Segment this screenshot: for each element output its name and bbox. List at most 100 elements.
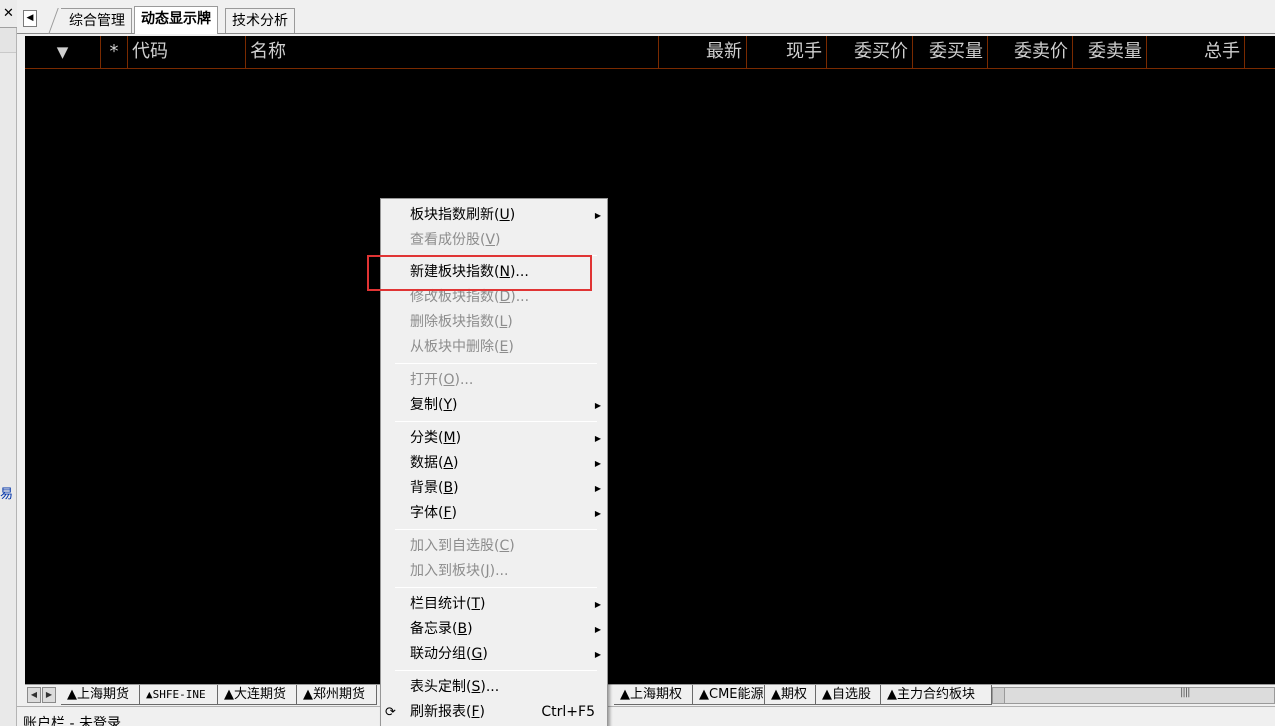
menu-item-b-13[interactable]: 背景(B) ▶	[381, 476, 607, 501]
menu-item-j-17: 加入到板块(J)...	[381, 559, 607, 584]
menu-item-a-12[interactable]: 数据(A) ▶	[381, 451, 607, 476]
menu-item-label-suffix: )...	[480, 679, 500, 695]
menu-item-g-21[interactable]: 联动分组(G) ▶	[381, 642, 607, 667]
menu-item-label: 栏目统计(	[410, 596, 472, 612]
menu-item-label-suffix: )	[467, 621, 473, 637]
scrollbar-grip-icon[interactable]: ||||	[1180, 687, 1191, 698]
column-header-bid-qty[interactable]: 委买量	[913, 36, 988, 69]
column-header-volume[interactable]: 总手	[1147, 36, 1245, 69]
submenu-arrow-icon: ▶	[594, 401, 601, 410]
column-header-sort[interactable]: ▼	[25, 36, 101, 69]
sheet-tab-1[interactable]: ▲SHFE-INE	[140, 685, 218, 705]
menu-item-label: 字体(	[410, 505, 444, 521]
menu-item-label-suffix: )...	[454, 372, 474, 388]
menu-item-label: 备忘录(	[410, 621, 458, 637]
menu-item-accelerator: T	[471, 596, 481, 612]
menu-separator	[395, 670, 597, 671]
column-header-code[interactable]: 代码	[128, 36, 246, 69]
menu-item-label-suffix: )...	[489, 563, 509, 579]
menu-item-t-19[interactable]: 栏目统计(T) ▶	[381, 592, 607, 617]
menu-item-accelerator: D	[499, 289, 511, 305]
refresh-icon: ⟳	[385, 705, 396, 720]
menu-item-label: 数据(	[410, 455, 444, 471]
sheet-tab-0[interactable]: ▲上海期货	[61, 685, 140, 705]
menu-item-label-suffix: )	[495, 232, 501, 248]
sheet-tab-3[interactable]: ▲郑州期货	[297, 685, 377, 705]
triangle-right-icon[interactable]: ▶	[46, 690, 52, 699]
menu-item-accelerator: B	[443, 480, 454, 496]
sheet-tab-2[interactable]: ▲大连期货	[218, 685, 297, 705]
menu-item-label-suffix: )	[455, 430, 462, 446]
menu-item-shortcut: Ctrl+F5	[541, 704, 595, 720]
status-text: 账户栏 - 未登录	[23, 716, 121, 726]
menu-item-u-0[interactable]: 板块指数刷新(U) ▶	[381, 203, 607, 228]
menu-item-e-6: 从板块中删除(E)	[381, 335, 607, 360]
tab-dynamic-board[interactable]: 动态显示牌	[134, 6, 218, 34]
column-header-star[interactable]: *	[101, 36, 128, 69]
submenu-arrow-icon: ▶	[594, 459, 601, 468]
menu-item-label-suffix: )	[452, 397, 458, 413]
menu-item-label: 查看成份股(	[410, 232, 486, 248]
left-side-panel-body: 易	[0, 52, 16, 726]
sheet-tab-4[interactable]: ▲上海期权	[614, 685, 693, 705]
scrollbar-left-button[interactable]	[993, 688, 1005, 703]
menu-item-s-23[interactable]: 表头定制(S)...	[381, 675, 607, 700]
menu-item-label-suffix: )	[508, 339, 514, 355]
menu-item-accelerator: F	[443, 505, 452, 521]
tab-technical-analysis[interactable]: 技术分析	[225, 8, 295, 33]
sheet-tab-6[interactable]: ▲期权	[765, 685, 816, 705]
menu-item-label-suffix: )	[479, 704, 485, 720]
tab-scroll-left-button[interactable]: ◀	[23, 10, 37, 27]
tab-overview[interactable]: 综合管理	[61, 8, 132, 33]
menu-item-label: 刷新报表(	[410, 704, 472, 720]
menu-item-accelerator: C	[499, 538, 510, 554]
highlight-box	[367, 255, 592, 291]
left-side-panel-label[interactable]: 易	[0, 483, 13, 502]
column-header-latest[interactable]: 最新	[659, 36, 747, 69]
quote-board[interactable]: ▼ * 代码 名称 最新 现手 委买价 委买量 委卖价 委卖量 总手	[25, 36, 1275, 684]
submenu-arrow-icon: ▶	[594, 625, 601, 634]
menu-item-label-suffix: )	[507, 314, 513, 330]
column-header-name[interactable]: 名称	[246, 36, 659, 69]
sheet-tab-7[interactable]: ▲自选股	[816, 685, 881, 705]
left-side-panel: 易	[0, 28, 17, 726]
menu-item-accelerator: F	[471, 704, 480, 720]
sheet-scroll-left-button[interactable]: ◀	[27, 687, 41, 703]
menu-item-label: 表头定制(	[410, 679, 472, 695]
close-icon[interactable]: ✕	[3, 6, 14, 21]
menu-item-label: 加入到自选股(	[410, 538, 500, 554]
column-header-ask-qty[interactable]: 委卖量	[1073, 36, 1147, 69]
menu-separator	[395, 363, 597, 364]
menu-item-accelerator: A	[443, 455, 454, 471]
menu-item-accelerator: E	[499, 339, 509, 355]
close-button[interactable]: ✕	[0, 0, 18, 28]
sheet-scroll-right-button[interactable]: ▶	[42, 687, 56, 703]
submenu-arrow-icon: ▶	[594, 650, 601, 659]
menu-item-label: 背景(	[410, 480, 444, 496]
menu-item-accelerator: V	[485, 232, 496, 248]
menu-item-label-suffix: )	[480, 596, 486, 612]
sheet-tab-5[interactable]: ▲CME能源	[693, 685, 765, 705]
column-header-ask-price[interactable]: 委卖价	[988, 36, 1073, 69]
horizontal-scrollbar[interactable]	[992, 687, 1275, 704]
column-header-bid-price[interactable]: 委买价	[827, 36, 913, 69]
menu-item-f-14[interactable]: 字体(F) ▶	[381, 501, 607, 526]
triangle-left-icon[interactable]: ◀	[27, 13, 34, 23]
menu-item-label: 打开(	[410, 372, 444, 388]
menu-item-accelerator: M	[443, 430, 456, 446]
menu-item-label: 加入到板块(	[410, 563, 486, 579]
menu-item-y-9[interactable]: 复制(Y) ▶	[381, 393, 607, 418]
triangle-left-icon[interactable]: ◀	[31, 690, 37, 699]
column-header-current-hand[interactable]: 现手	[747, 36, 827, 69]
menu-item-label-suffix: )	[453, 480, 459, 496]
sheet-tab-8[interactable]: ▲主力合约板块	[881, 685, 992, 705]
menu-item-b-20[interactable]: 备忘录(B) ▶	[381, 617, 607, 642]
menu-item-accelerator: G	[471, 646, 483, 662]
menu-item-label-suffix: )...	[510, 289, 530, 305]
menu-item-m-11[interactable]: 分类(M) ▶	[381, 426, 607, 451]
menu-item-label-suffix: )	[451, 505, 457, 521]
menu-item-label-suffix: )	[509, 538, 515, 554]
menu-item-f-24[interactable]: 刷新报表(F) ⟳ Ctrl+F5	[381, 700, 607, 725]
menu-item-label-suffix: )	[509, 207, 516, 223]
menu-item-label: 修改板块指数(	[410, 289, 500, 305]
